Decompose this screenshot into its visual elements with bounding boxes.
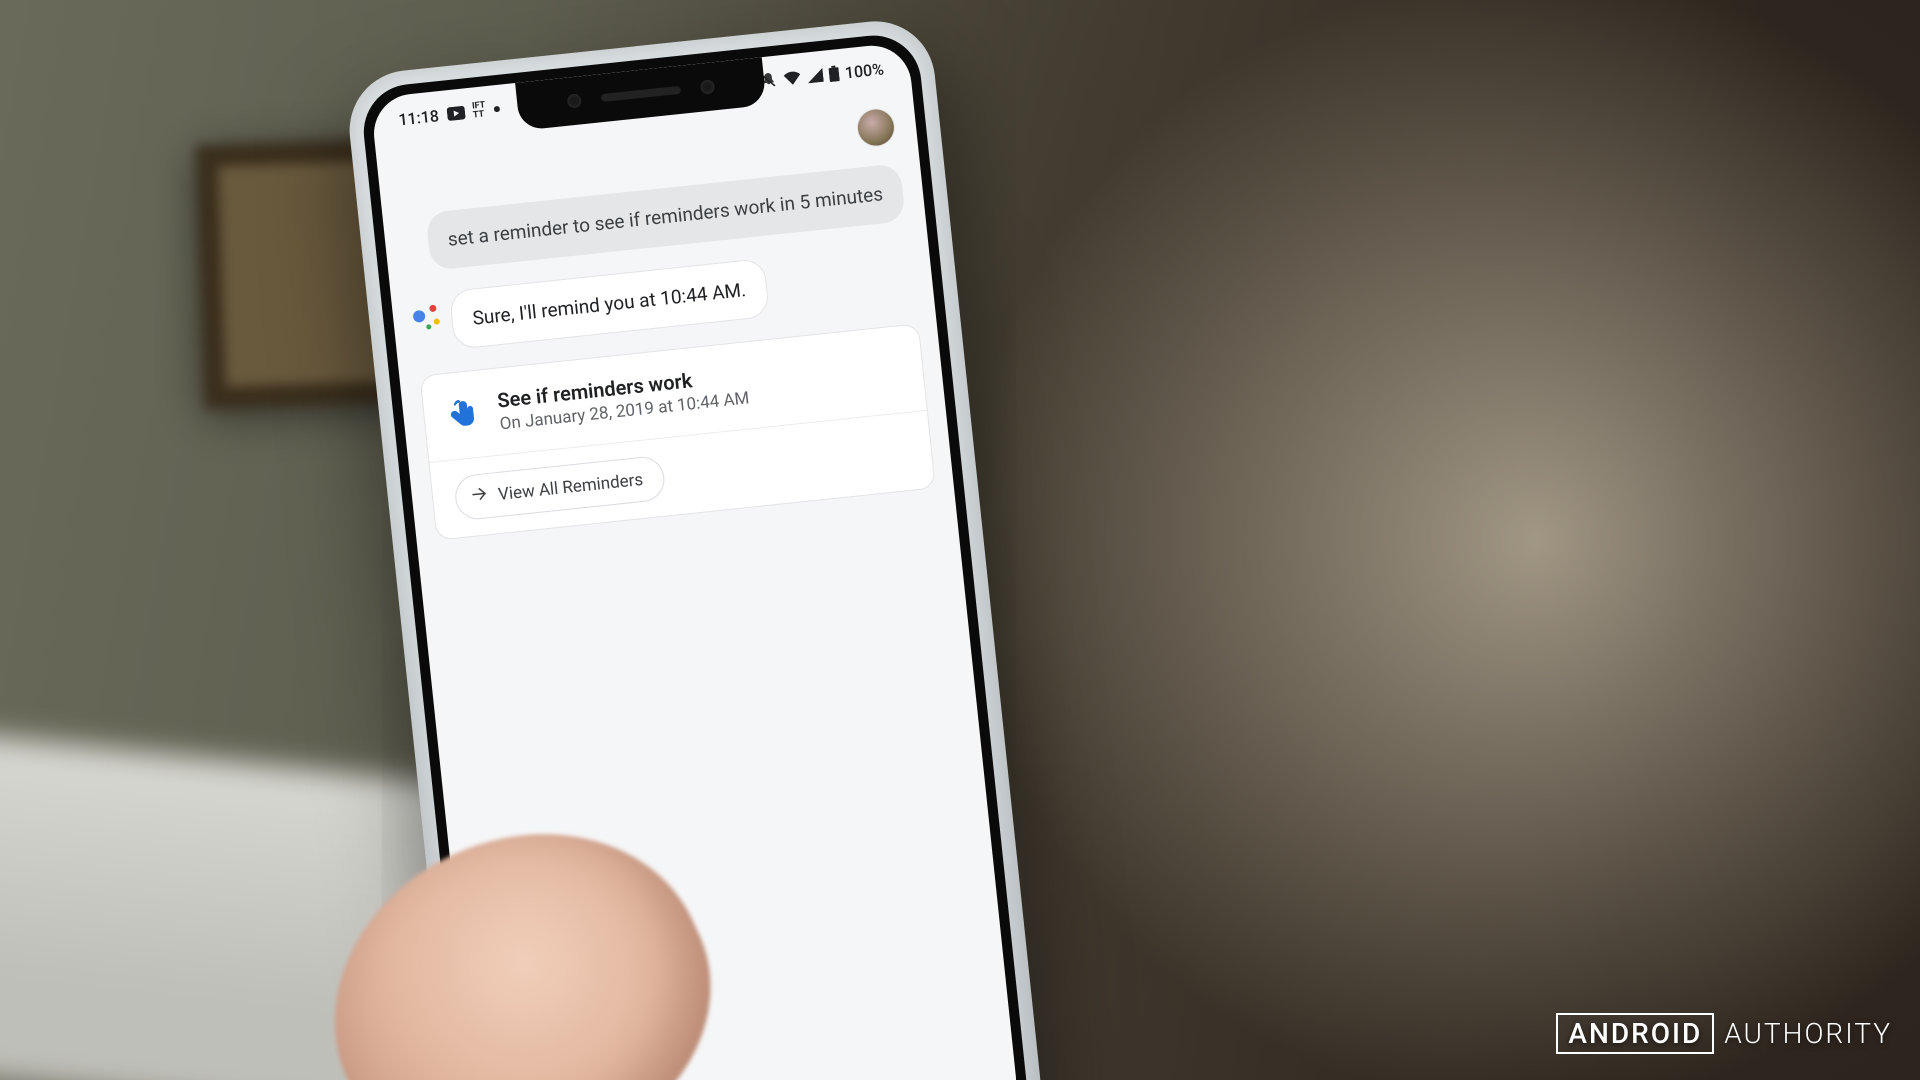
arrow-right-icon bbox=[469, 484, 489, 509]
view-all-reminders-button[interactable]: View All Reminders bbox=[453, 455, 666, 522]
status-time: 11:18 bbox=[397, 106, 439, 129]
profile-avatar[interactable] bbox=[856, 108, 896, 148]
app-header bbox=[856, 108, 896, 148]
watermark-brand-boxed: ANDROID bbox=[1556, 1013, 1714, 1054]
wifi-icon bbox=[783, 70, 802, 86]
watermark: ANDROID AUTHORITY bbox=[1556, 1013, 1892, 1054]
front-camera-icon bbox=[567, 93, 582, 108]
assistant-reply-bubble: Sure, I'll remind you at 10:44 AM. bbox=[449, 258, 770, 350]
assistant-conversation: set a reminder to see if reminders work … bbox=[403, 163, 934, 541]
youtube-icon bbox=[446, 105, 465, 121]
view-all-reminders-label: View All Reminders bbox=[497, 470, 644, 505]
earpiece-speaker bbox=[601, 86, 681, 102]
photo-background: 11:18 IFTTT bbox=[0, 0, 1920, 1080]
cell-signal-icon bbox=[806, 68, 823, 84]
ifttt-icon: IFTTT bbox=[472, 101, 487, 120]
display-notch bbox=[515, 57, 767, 131]
front-sensor-icon bbox=[700, 79, 715, 94]
google-assistant-icon bbox=[412, 302, 441, 331]
battery-icon bbox=[828, 65, 840, 82]
notification-dot-icon bbox=[493, 106, 500, 113]
reminder-card[interactable]: See if reminders work On January 28, 201… bbox=[419, 323, 936, 541]
watermark-brand-rest: AUTHORITY bbox=[1724, 1017, 1892, 1050]
reminder-finger-icon bbox=[445, 397, 482, 434]
battery-percent: 100% bbox=[844, 59, 885, 82]
